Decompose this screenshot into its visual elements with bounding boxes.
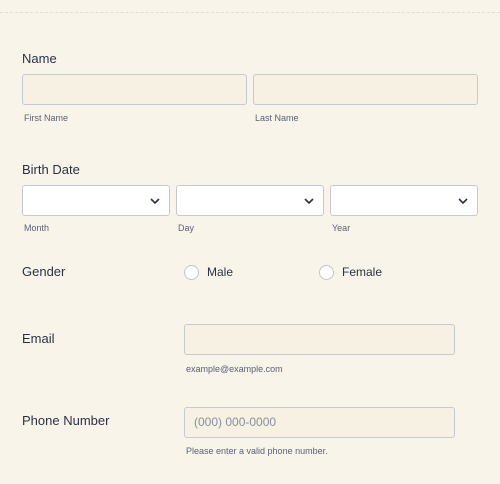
phone-placeholder: (000) 000-0000 [194,415,277,429]
phone-input[interactable]: (000) 000-0000 [184,407,455,438]
phone-label: Phone Number [22,413,110,428]
birth-date-label: Birth Date [22,162,80,177]
gender-label: Gender [22,264,66,279]
month-sublabel: Month [24,223,50,233]
email-sublabel: example@example.com [186,364,283,374]
last-name-input[interactable] [253,74,478,105]
gender-male-radio[interactable] [184,265,199,280]
gender-female-label[interactable]: Female [342,265,382,279]
month-select[interactable] [22,185,170,216]
day-select[interactable] [176,185,324,216]
gender-female-radio[interactable] [319,265,334,280]
email-input[interactable] [184,324,455,355]
name-label: Name [22,51,57,66]
chevron-down-icon [150,198,160,205]
email-label: Email [22,331,55,346]
year-select[interactable] [330,185,478,216]
last-name-sublabel: Last Name [255,113,299,123]
chevron-down-icon [458,198,468,205]
gender-male-label[interactable]: Male [207,265,233,279]
first-name-sublabel: First Name [24,113,69,123]
first-name-input[interactable] [22,74,247,105]
form-top-divider [0,12,500,13]
chevron-down-icon [304,198,314,205]
year-sublabel: Year [332,223,351,233]
phone-sublabel: Please enter a valid phone number. [186,446,328,456]
day-sublabel: Day [178,223,195,233]
